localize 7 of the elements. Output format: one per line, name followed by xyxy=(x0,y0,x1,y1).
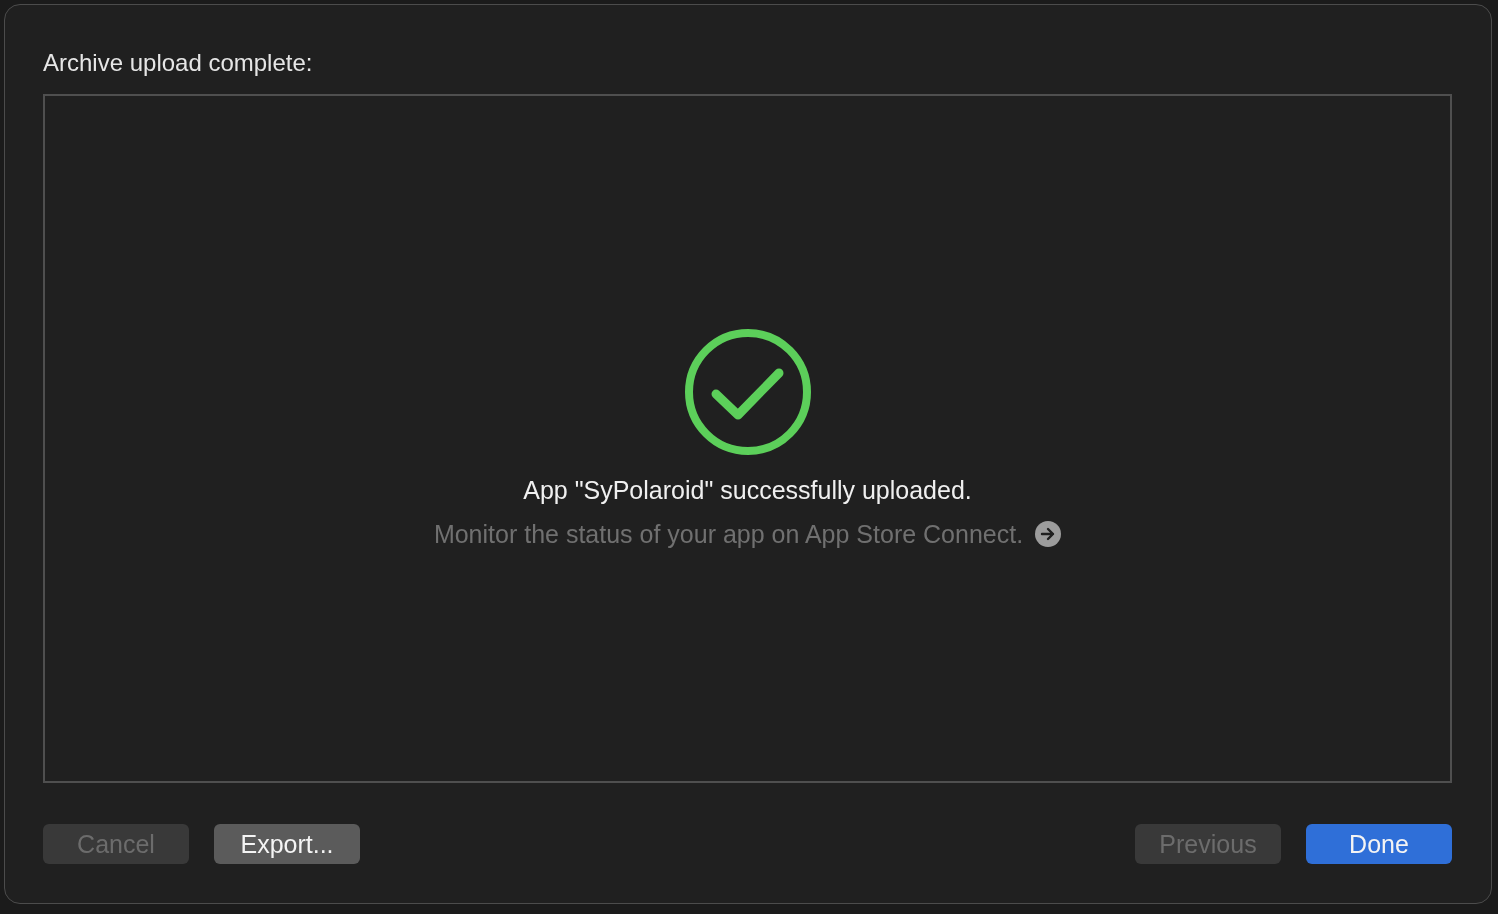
push-button[interactable]: Export... xyxy=(214,824,360,864)
status-hint: Monitor the status of your app on App Store Connect. xyxy=(433,519,1024,550)
sheet-title: Archive upload complete: xyxy=(43,48,313,78)
checkmark-circle-icon xyxy=(683,328,812,456)
success-message: App "SyPolaroid" successfully uploaded. xyxy=(523,475,972,506)
default-button[interactable]: Done xyxy=(1306,824,1452,864)
arrow-right-circle-icon[interactable] xyxy=(1035,521,1062,547)
